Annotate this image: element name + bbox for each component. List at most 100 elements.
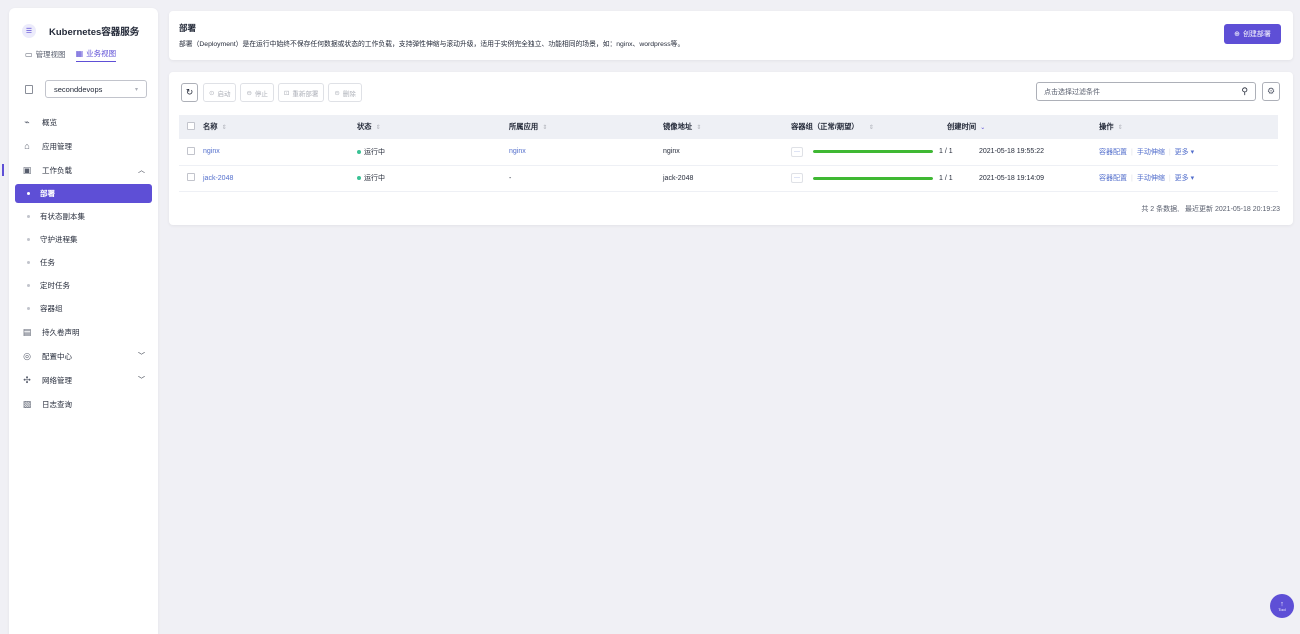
chevron-down-icon: ﹀	[138, 377, 145, 384]
pod-progress-fill	[813, 150, 933, 154]
sidebar-item-app-management[interactable]: ⌂ 应用管理	[9, 134, 158, 158]
plus-circle-icon: ⊕	[1234, 31, 1240, 38]
deployment-table-card: ↻ ⊙ 启动 ⊖ 停止 ⊡ 重新部署 ⊝ 删除 点击选择过滤条件 ⚲ ⚙ 名称 …	[169, 72, 1293, 225]
sidebar-item-label: 工作负载	[42, 165, 72, 175]
stop-button[interactable]: ⊖ 停止	[240, 83, 274, 102]
storage-icon: ▤	[22, 326, 32, 337]
manual-scale-link[interactable]: 手动伸缩	[1137, 175, 1165, 182]
col-header-name[interactable]: 名称 ⇕	[203, 115, 357, 139]
col-header-actions: 操作 ⇕	[1099, 122, 1123, 131]
sort-icon: ⇕	[1117, 125, 1123, 131]
sidebar-item-logs[interactable]: ▧ 日志查询	[9, 392, 158, 416]
tab-business-view[interactable]: ▦ 业务视图	[75, 46, 117, 62]
table-settings-button[interactable]: ⚙	[1262, 82, 1280, 101]
app-title: Kubernetes容器服务	[49, 27, 140, 38]
sidebar-subitem-job[interactable]: 任务	[9, 251, 158, 274]
deployment-table: 名称 ⇕ 状态 ⇕ 所属应用 ⇕ 镜像地址 ⇕ 容器组（正常/期望） ⇕ 创建时间 ⌄ 操作…	[179, 115, 1278, 192]
monitor-icon: ▭	[25, 49, 33, 59]
sort-icon: ⇕	[221, 125, 227, 131]
button-label: 启动	[217, 90, 231, 98]
sidebar-item-label: 应用管理	[42, 141, 72, 151]
col-header-app[interactable]: 所属应用 ⇕	[509, 115, 663, 139]
app-text: -	[509, 174, 512, 182]
delete-button[interactable]: ⊝ 删除	[328, 83, 362, 102]
gear-icon: ⚙	[1266, 86, 1276, 96]
page-description: 部署（Deployment）是在运行中始终不保存任何数据或状态的工作负载，支持弹…	[179, 41, 685, 48]
sidebar-subitem-cronjob[interactable]: 定时任务	[9, 274, 158, 297]
sidebar-subitem-deployment[interactable]: 部署	[15, 184, 152, 203]
tab-management-view[interactable]: ▭ 管理视图	[25, 46, 66, 62]
more-dots-icon[interactable]: ···	[791, 146, 803, 157]
more-dropdown[interactable]: 更多 ▾	[1175, 149, 1194, 156]
sidebar-item-label: 守护进程集	[40, 235, 78, 244]
deployment-name-link[interactable]: jack-2048	[203, 175, 233, 182]
col-header-pods[interactable]: 容器组（正常/期望） ⇕	[791, 115, 947, 139]
refresh-button[interactable]: ↻	[181, 83, 198, 102]
refresh-icon: ↻	[185, 87, 194, 97]
sidebar-subitem-daemonset[interactable]: 守护进程集	[9, 228, 158, 251]
sidebar-item-network[interactable]: ✣ 网络管理 ﹀	[9, 368, 158, 392]
caret-down-icon: ▾	[1190, 148, 1195, 156]
status-text: 运行中	[364, 175, 385, 182]
col-header-image[interactable]: 镜像地址 ⇕	[663, 115, 791, 139]
image-text: nginx	[663, 148, 680, 156]
bullet-icon	[27, 261, 30, 264]
sidebar-item-pvc[interactable]: ▤ 持久卷声明	[9, 320, 158, 344]
deployment-name-link[interactable]: nginx	[203, 148, 220, 155]
dashboard-icon: ▦	[75, 49, 84, 58]
namespace-value: seconddevops	[54, 84, 103, 94]
bullet-icon	[27, 307, 30, 310]
pod-count: 1 / 1	[939, 174, 953, 182]
tab-label: 业务视图	[86, 49, 117, 58]
sidebar-item-overview[interactable]: ⌁ 概览	[9, 110, 158, 134]
sidebar-subitem-statefulset[interactable]: 有状态副本集	[9, 205, 158, 228]
menu-icon[interactable]: ☰	[22, 24, 36, 38]
network-icon: ✣	[23, 374, 31, 385]
pod-status: ··· 1 / 1 2021-05-18 19:55:22	[791, 146, 1099, 157]
button-label: 停止	[254, 90, 268, 98]
pod-status: ··· 1 / 1 2021-05-18 19:14:09	[791, 173, 1099, 183]
sort-icon: ⇕	[375, 125, 381, 131]
container-config-link[interactable]: 容器配置	[1099, 175, 1127, 182]
image-text: jack-2048	[663, 174, 694, 182]
create-deployment-button[interactable]: ⊕ 创建部署	[1224, 24, 1281, 44]
stop-icon: ⊖	[246, 89, 252, 97]
sidebar-item-config[interactable]: ◎ 配置中心 ﹀	[9, 344, 158, 368]
sidebar-header: ☰ Kubernetes容器服务	[9, 8, 158, 40]
start-button[interactable]: ⊙ 启动	[203, 83, 237, 102]
search-icon[interactable]: ⚲	[1241, 86, 1248, 97]
row-checkbox[interactable]	[187, 146, 195, 155]
running-status-dot	[357, 149, 361, 154]
col-header-created[interactable]: 创建时间 ⌄	[947, 115, 1099, 139]
sidebar-item-label: 配置中心	[42, 351, 72, 361]
app-link[interactable]: nginx	[509, 148, 526, 155]
redeploy-button[interactable]: ⊡ 重新部署	[277, 83, 325, 102]
container-config-link[interactable]: 容器配置	[1099, 149, 1127, 156]
sidebar-subitem-pod[interactable]: 容器组	[9, 297, 158, 320]
select-all-checkbox[interactable]	[187, 122, 195, 130]
sidebar-item-label: 容器组	[40, 304, 63, 313]
chevron-down-icon: ﹀	[138, 353, 145, 360]
col-header-status[interactable]: 状态 ⇕	[357, 115, 509, 139]
filter-input[interactable]: 点击选择过滤条件 ⚲	[1036, 82, 1256, 101]
row-checkbox[interactable]	[187, 173, 195, 181]
delete-icon: ⊝	[334, 89, 340, 97]
bullet-icon	[27, 192, 30, 195]
button-label: 创建部署	[1242, 31, 1271, 38]
running-status-dot	[357, 176, 361, 181]
sort-icon: ⇕	[542, 125, 548, 131]
bullet-icon	[27, 284, 30, 287]
more-dots-icon[interactable]: ···	[791, 173, 803, 183]
manual-scale-link[interactable]: 手动伸缩	[1137, 149, 1165, 156]
page-title: 部署	[179, 23, 197, 33]
view-switcher: ▭ 管理视图 ▦ 业务视图	[9, 40, 158, 66]
more-dropdown[interactable]: 更多 ▾	[1175, 175, 1194, 182]
namespace-select[interactable]: seconddevops ▾	[45, 80, 147, 98]
pod-count: 1 / 1	[939, 148, 953, 156]
divider: |	[1168, 148, 1171, 156]
floating-tool-button[interactable]: ↑ Tool	[1270, 594, 1294, 618]
sidebar-item-label: 日志查询	[42, 399, 72, 409]
pod-progress-bar	[813, 176, 933, 180]
sidebar-item-workload[interactable]: ▣ 工作负载 ︿	[2, 158, 158, 182]
sort-icon: ⇕	[868, 125, 874, 131]
